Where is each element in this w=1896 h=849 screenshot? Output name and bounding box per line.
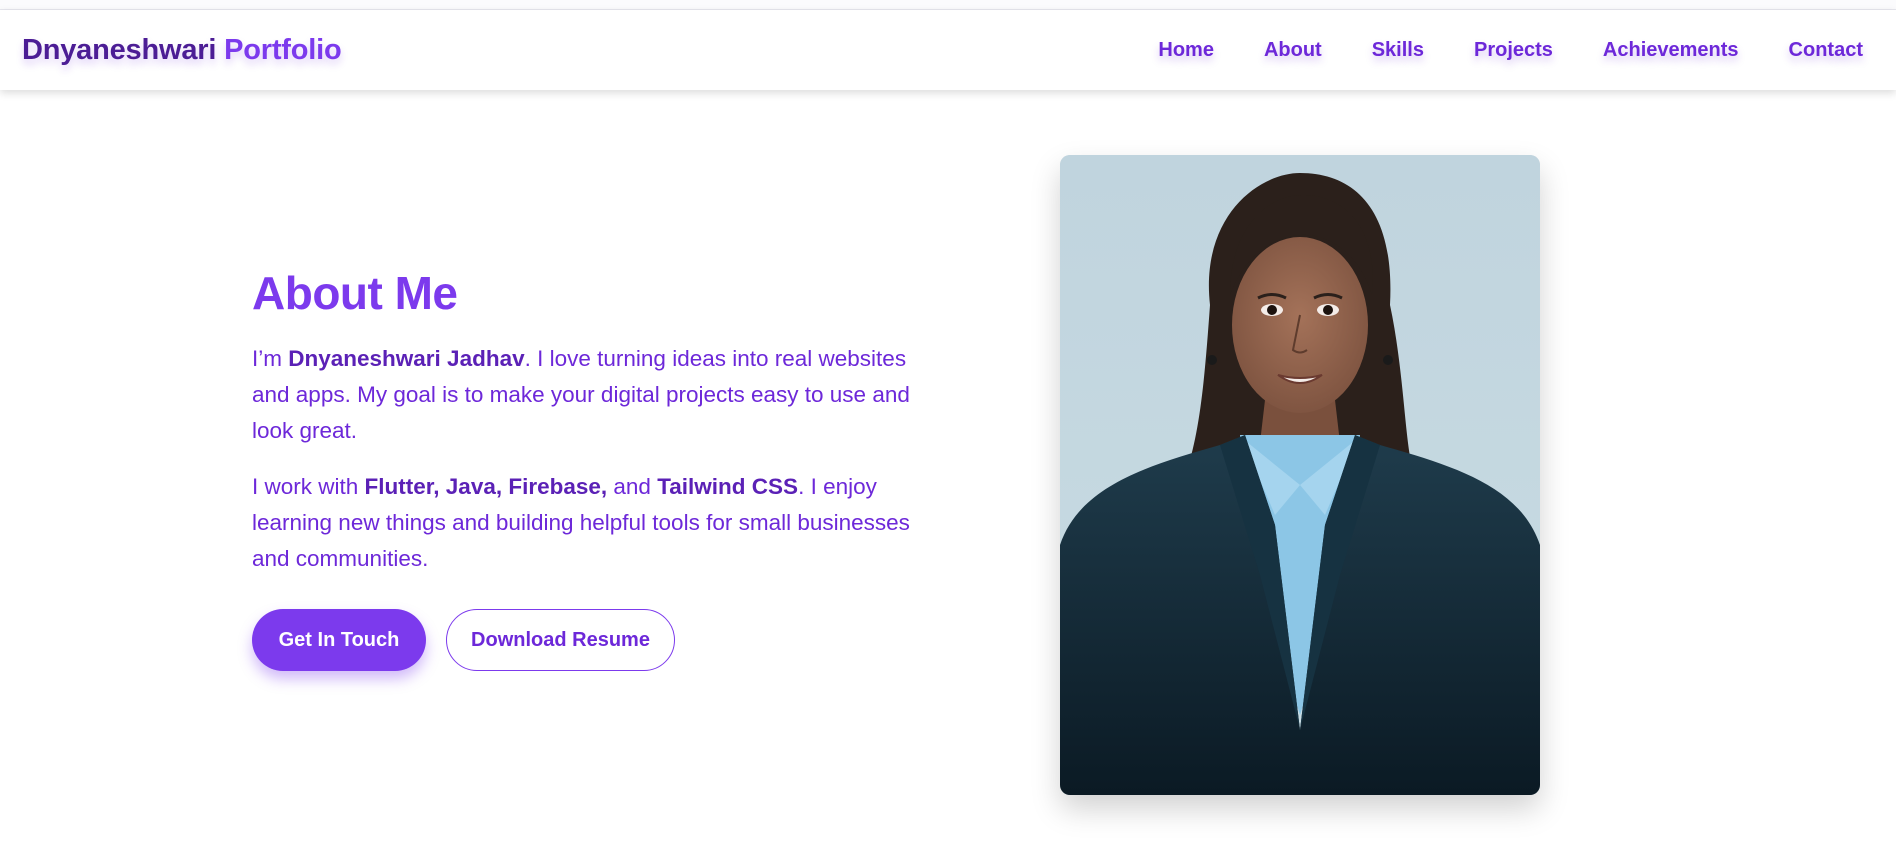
about-section: About Me I’m Dnyaneshwari Jadhav. I love…	[252, 265, 932, 671]
skill-tailwind: Tailwind CSS	[657, 474, 799, 499]
nav-menu: Home About Skills Projects Achievements …	[1158, 10, 1863, 90]
full-name: Dnyaneshwari Jadhav	[288, 346, 525, 371]
profile-photo	[1060, 155, 1540, 795]
brand-suffix: Portfolio	[224, 34, 342, 66]
nav-link-achievements[interactable]: Achievements	[1603, 39, 1739, 62]
profile-photo-illustration	[1060, 155, 1540, 795]
cta-buttons: Get In Touch Download Resume	[252, 609, 932, 671]
about-skills-paragraph: I work with Flutter, Java, Firebase, and…	[252, 469, 932, 577]
intro-prefix: I’m	[252, 346, 289, 371]
download-resume-button[interactable]: Download Resume	[446, 609, 675, 671]
nav-link-about[interactable]: About	[1264, 39, 1322, 62]
about-intro-paragraph: I’m Dnyaneshwari Jadhav. I love turning …	[252, 341, 932, 449]
get-in-touch-button[interactable]: Get In Touch	[252, 609, 426, 671]
brand-logo[interactable]: Dnyaneshwari Portfolio	[22, 10, 342, 90]
skills-list: Flutter, Java, Firebase,	[364, 474, 608, 499]
skills-prefix: I work with	[252, 474, 365, 499]
about-heading: About Me	[252, 267, 458, 319]
brand-name: Dnyaneshwari	[22, 34, 217, 66]
nav-link-home[interactable]: Home	[1158, 39, 1214, 62]
navbar: Dnyaneshwari Portfolio Home About Skills…	[0, 10, 1896, 90]
nav-link-projects[interactable]: Projects	[1474, 39, 1553, 62]
skills-and: and	[607, 474, 658, 499]
top-border	[0, 0, 1896, 10]
nav-link-contact[interactable]: Contact	[1789, 39, 1863, 62]
nav-link-skills[interactable]: Skills	[1372, 39, 1424, 62]
